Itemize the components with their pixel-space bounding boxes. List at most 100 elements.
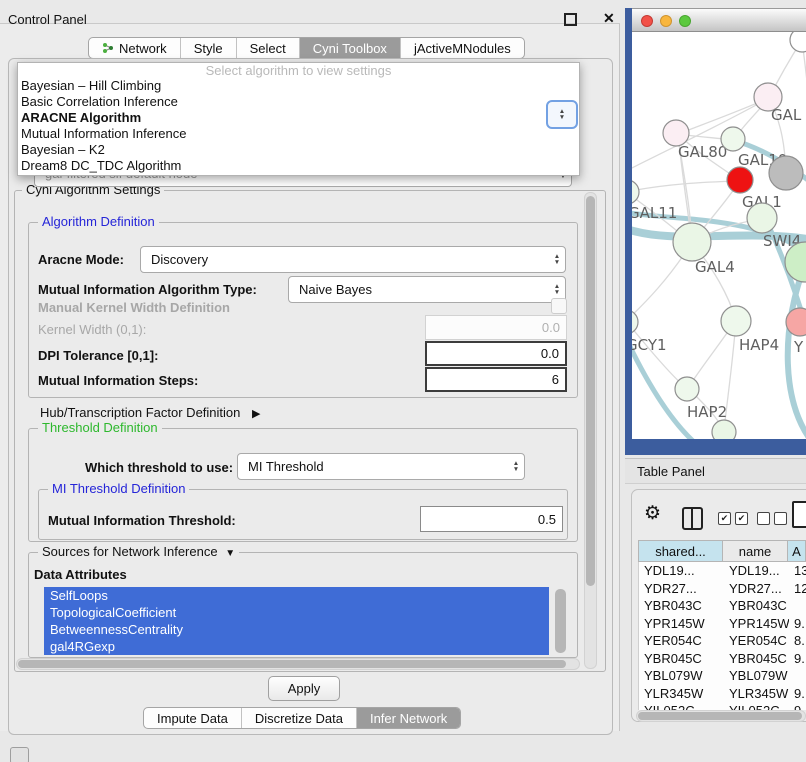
table-row[interactable]: YLR345WYLR345W9.: [639, 685, 806, 703]
network-node-hap4[interactable]: [721, 306, 751, 336]
float-window-icon[interactable]: [564, 13, 577, 26]
algorithm-option[interactable]: Mutual Information Inference: [18, 126, 579, 142]
table-row[interactable]: YER054CYER054C8.: [639, 632, 806, 650]
data-attributes-label: Data Attributes: [34, 567, 127, 582]
zoom-traffic-light-icon[interactable]: [679, 15, 691, 27]
unselect-all-columns-icon[interactable]: [757, 512, 787, 525]
algorithm-option[interactable]: Bayesian – Hill Climbing: [18, 78, 579, 94]
aracne-mode-combo[interactable]: Discovery ▲▼: [140, 246, 566, 273]
table-cell: YER054C: [639, 632, 724, 650]
attribute-list-scrollbar[interactable]: [555, 589, 566, 653]
table-column-header[interactable]: name: [723, 540, 788, 562]
hub-definition-expander[interactable]: Hub/Transcription Factor Definition ▶: [40, 405, 260, 420]
tab-infer-network[interactable]: Infer Network: [356, 708, 460, 728]
table-column-header[interactable]: shared...: [638, 540, 723, 562]
table-panel-title: Table Panel: [637, 464, 705, 479]
collapsed-panel-button[interactable]: [10, 747, 29, 762]
export-table-icon[interactable]: [792, 501, 806, 528]
table-horizontal-scroll-thumb[interactable]: [638, 712, 802, 720]
table-row[interactable]: YBR043CYBR043C: [639, 597, 806, 615]
which-threshold-combo[interactable]: MI Threshold ▲▼: [237, 453, 525, 480]
algorithm-dropdown-popup: Select algorithm to view settings Bayesi…: [17, 62, 580, 176]
unchecked-box-icon: [757, 512, 770, 525]
table-cell: YDR27...: [639, 580, 724, 598]
network-window-frame-bottom: [625, 439, 806, 455]
data-attribute-item-selected[interactable]: gal4RGexp: [44, 638, 549, 655]
table-cell: YDL19...: [724, 562, 789, 580]
table-cell: YPR145W: [639, 615, 724, 633]
select-all-columns-icon[interactable]: ✔ ✔: [718, 512, 748, 525]
network-node-gal4[interactable]: [673, 223, 711, 261]
network-node-hap2[interactable]: [675, 377, 699, 401]
control-panel-titlebar: [0, 0, 620, 24]
dpi-tolerance-field[interactable]: 0.0: [425, 341, 567, 366]
sources-group-title[interactable]: Sources for Network Inference ▼: [38, 545, 239, 561]
table-cell: YER054C: [724, 632, 789, 650]
network-node[interactable]: [712, 420, 736, 439]
tab-discretize-data[interactable]: Discretize Data: [241, 708, 356, 728]
table-cell: 12: [789, 580, 806, 598]
table-row[interactable]: YIL052CYIL052C9: [639, 702, 806, 710]
kernel-width-field[interactable]: 0.0: [425, 315, 567, 340]
combo-stepper-icon: ▲▼: [549, 284, 565, 295]
tab-style[interactable]: Style: [180, 38, 236, 58]
network-window-frame-left: [625, 8, 632, 455]
table-row[interactable]: YBR045CYBR045C9.: [639, 650, 806, 668]
tab-impute-data[interactable]: Impute Data: [144, 708, 241, 728]
data-attributes-list[interactable]: SelfLoopsTopologicalCoefficientBetweenne…: [44, 587, 554, 657]
network-node-gcy1[interactable]: [632, 310, 638, 334]
network-canvas[interactable]: GALGAL80GAL10GAL1GAL11SWI4GAL4GCY1HAP4YH…: [632, 32, 806, 439]
mi-threshold-value: 0.5: [538, 512, 556, 527]
panel-title: Control Panel: [8, 12, 87, 27]
mi-algorithm-type-value: Naive Bayes: [289, 282, 549, 297]
tab-select[interactable]: Select: [236, 38, 299, 58]
column-layout-icon[interactable]: [682, 507, 703, 530]
network-node-label: HAP4: [739, 336, 779, 354]
minimize-traffic-light-icon[interactable]: [660, 15, 672, 27]
tab-jactivemnodules[interactable]: jActiveMNodules: [400, 38, 524, 58]
algorithm-option[interactable]: Bayesian – K2: [18, 142, 579, 158]
combo-stepper-icon: ▲▼: [554, 109, 570, 120]
network-node-gal10[interactable]: [721, 127, 745, 151]
table-body[interactable]: YDL19...YDL19...13YDR27...YDR27...12YBR0…: [638, 562, 806, 710]
algorithm-option[interactable]: Basic Correlation Inference: [18, 94, 579, 110]
network-window-titlebar[interactable]: [632, 8, 806, 32]
close-panel-icon[interactable]: ✕: [603, 10, 615, 27]
settings-vertical-scroll-thumb[interactable]: [586, 196, 595, 586]
data-attribute-item-selected[interactable]: BetweennessCentrality: [44, 621, 549, 638]
network-node-swi4[interactable]: [747, 203, 777, 233]
table-cell: 9.: [789, 650, 806, 668]
data-attribute-item-selected[interactable]: SelfLoops: [44, 587, 549, 604]
algorithm-option[interactable]: Dream8 DC_TDC Algorithm: [18, 158, 579, 174]
table-row[interactable]: YDL19...YDL19...13: [639, 562, 806, 580]
manual-kernel-width-checkbox[interactable]: [551, 298, 567, 314]
kernel-width-value: 0.0: [542, 320, 560, 335]
network-node[interactable]: [790, 32, 806, 52]
tab-network[interactable]: Network: [89, 38, 180, 58]
unchecked-box-icon: [774, 512, 787, 525]
algorithm-option[interactable]: ARACNE Algorithm: [18, 110, 579, 126]
settings-horizontal-scroll-thumb[interactable]: [18, 660, 566, 668]
table-column-header[interactable]: A: [788, 540, 806, 562]
close-traffic-light-icon[interactable]: [641, 15, 653, 27]
table-row[interactable]: YPR145WYPR145W9.: [639, 615, 806, 633]
network-node[interactable]: [769, 156, 803, 190]
table-settings-gear-icon[interactable]: ⚙: [644, 503, 661, 525]
mi-threshold-field[interactable]: 0.5: [420, 506, 563, 532]
mi-steps-field[interactable]: 6: [425, 367, 567, 392]
apply-button[interactable]: Apply: [268, 676, 340, 701]
table-row[interactable]: YDR27...YDR27...12: [639, 580, 806, 598]
inference-algorithm-combo-stepper[interactable]: ▲▼: [546, 100, 578, 129]
mi-algorithm-type-combo[interactable]: Naive Bayes ▲▼: [288, 276, 566, 303]
manual-kernel-width-label: Manual Kernel Width Definition: [38, 300, 230, 315]
dpi-tolerance-value: 0.0: [541, 346, 559, 361]
table-row[interactable]: YBL079WYBL079W: [639, 667, 806, 685]
network-node-label: GCY1: [632, 336, 667, 354]
data-attribute-item-selected[interactable]: TopologicalCoefficient: [44, 604, 549, 621]
table-cell: YLR345W: [724, 685, 789, 703]
network-node-gal1[interactable]: [727, 167, 753, 193]
table-cell: 9.: [789, 685, 806, 703]
tab-cyni-toolbox[interactable]: Cyni Toolbox: [299, 38, 400, 58]
control-panel-tab-bar: NetworkStyleSelectCyni ToolboxjActiveMNo…: [88, 37, 525, 59]
table-cell: YBR045C: [724, 650, 789, 668]
